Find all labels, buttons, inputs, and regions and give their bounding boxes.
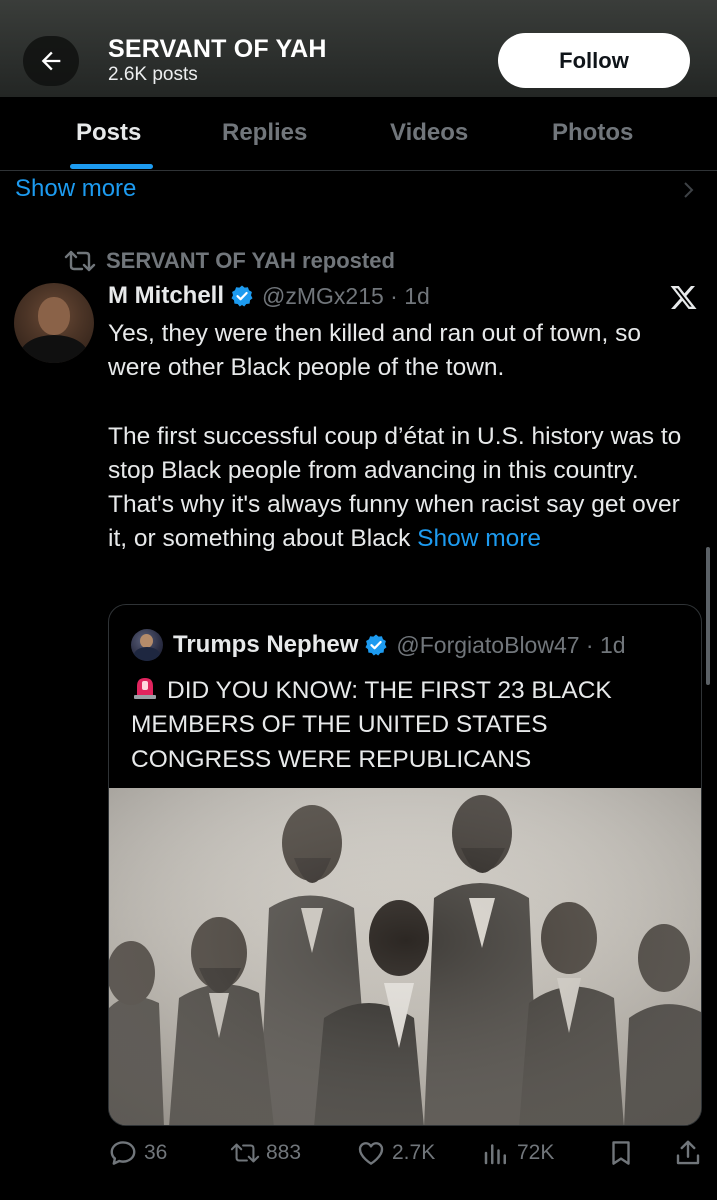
- repost-label[interactable]: SERVANT OF YAH reposted: [106, 248, 395, 274]
- reply-button[interactable]: 36: [108, 1138, 167, 1168]
- profile-name: SERVANT OF YAH: [108, 35, 327, 63]
- profile-page: SERVANT OF YAH 2.6K posts Follow Posts R…: [0, 0, 717, 1200]
- chevron-right-icon[interactable]: [681, 180, 697, 200]
- quote-text-content: DID YOU KNOW: THE FIRST 23 BLACK MEMBERS…: [131, 677, 612, 773]
- tab-posts[interactable]: Posts: [76, 119, 141, 147]
- quote-avatar[interactable]: [131, 629, 163, 661]
- tab-replies[interactable]: Replies: [222, 119, 307, 147]
- tweet-paragraph: Yes, they were then killed and ran out o…: [108, 320, 641, 382]
- author-handle[interactable]: @zMGx215 · 1d: [262, 283, 430, 310]
- post-count: 2.6K posts: [108, 64, 198, 85]
- tweet-paragraph: The first successful coup d’état in U.S.…: [108, 420, 698, 557]
- tweet-text: Yes, they were then killed and ran out o…: [108, 317, 698, 557]
- quote-author-handle[interactable]: @ForgiatoBlow47 · 1d: [396, 632, 625, 659]
- back-button[interactable]: [23, 36, 79, 86]
- views-icon: [484, 1144, 506, 1165]
- author-name[interactable]: M Mitchell: [108, 282, 224, 310]
- show-more-link[interactable]: Show more: [417, 525, 541, 552]
- tab-photos[interactable]: Photos: [552, 119, 633, 147]
- quote-image[interactable]: [109, 788, 701, 1125]
- follow-button[interactable]: Follow: [498, 33, 690, 88]
- scrollbar-thumb[interactable]: [706, 547, 710, 685]
- avatar[interactable]: [14, 283, 94, 363]
- views-button[interactable]: 72K: [481, 1138, 554, 1168]
- like-count: 2.7K: [392, 1141, 436, 1164]
- x-logo-icon: [670, 286, 697, 309]
- repost-icon: [64, 250, 96, 272]
- reply-count: 36: [144, 1141, 168, 1164]
- bookmark-button[interactable]: [606, 1138, 636, 1168]
- tab-videos[interactable]: Videos: [390, 119, 468, 147]
- repost-button[interactable]: 883: [230, 1138, 301, 1168]
- share-button[interactable]: [673, 1138, 703, 1168]
- repost-context: SERVANT OF YAH reposted: [64, 247, 395, 275]
- reply-icon: [110, 1141, 136, 1165]
- quote-header: Trumps Nephew @ForgiatoBlow47 · 1d: [131, 629, 626, 661]
- verified-badge-icon: [231, 285, 253, 307]
- bookmark-icon: [612, 1141, 630, 1165]
- historical-portrait-illustration: [109, 788, 701, 1125]
- like-icon: [358, 1142, 384, 1165]
- back-arrow-icon: [41, 51, 61, 71]
- active-tab-indicator: [70, 164, 153, 169]
- show-more-link[interactable]: Show more: [15, 175, 136, 203]
- like-button[interactable]: 2.7K: [356, 1138, 435, 1168]
- tweet-actions: 36 883 2.7K 72K: [108, 1138, 702, 1174]
- quote-text: DID YOU KNOW: THE FIRST 23 BLACK MEMBERS…: [131, 673, 691, 777]
- views-count: 72K: [517, 1141, 555, 1164]
- quote-author-name[interactable]: Trumps Nephew: [173, 631, 358, 659]
- share-icon: [676, 1140, 700, 1165]
- siren-icon: [134, 678, 156, 699]
- tweet-paragraph-text: The first successful coup d’état in U.S.…: [108, 422, 682, 553]
- verified-badge-icon: [365, 634, 387, 656]
- repost-icon: [230, 1143, 260, 1163]
- profile-header: SERVANT OF YAH 2.6K posts Follow: [0, 0, 717, 97]
- repost-count: 883: [266, 1141, 302, 1164]
- quoted-tweet[interactable]: Trumps Nephew @ForgiatoBlow47 · 1d DID Y…: [108, 604, 702, 1126]
- tweet-header: M Mitchell @zMGx215 · 1d: [108, 282, 430, 310]
- profile-tabs: Posts Replies Videos Photos: [0, 97, 717, 171]
